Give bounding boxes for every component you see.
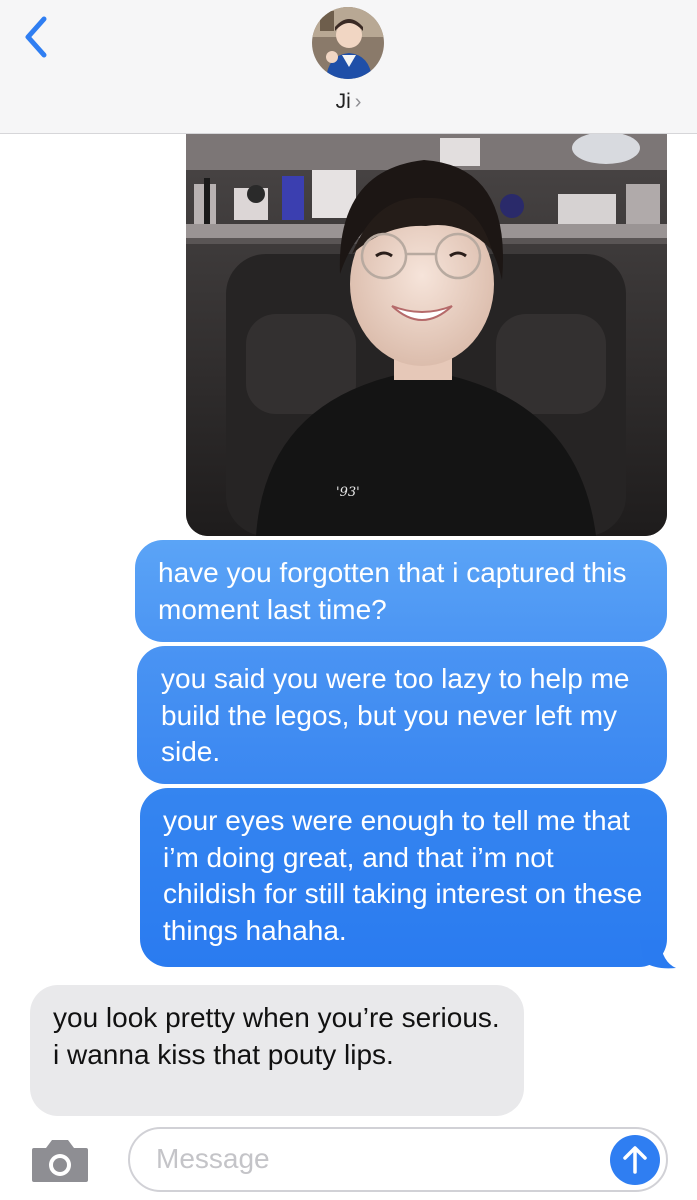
camera-button[interactable] — [30, 1138, 90, 1184]
contact-title[interactable]: Ji › — [0, 90, 697, 114]
arrow-up-icon — [623, 1146, 647, 1174]
message-placeholder: Message — [156, 1143, 270, 1174]
chevron-left-icon — [25, 16, 47, 58]
received-message[interactable]: you look pretty when you’re serious. i w… — [30, 985, 524, 1116]
send-button[interactable] — [610, 1135, 660, 1185]
contact-name: Ji — [335, 90, 351, 113]
sent-message[interactable]: you said you were too lazy to help me bu… — [137, 646, 667, 784]
contact-avatar[interactable] — [312, 7, 384, 79]
chevron-right-icon: › — [354, 91, 362, 113]
shared-photo[interactable]: '93' — [186, 134, 667, 536]
bubble-tail — [640, 940, 676, 969]
photo-image: '93' — [186, 134, 667, 536]
sent-message[interactable]: your eyes were enough to tell me that i’… — [140, 788, 667, 967]
message-input[interactable]: Message — [128, 1127, 668, 1192]
back-button[interactable] — [14, 10, 58, 64]
svg-text:'93': '93' — [336, 485, 360, 500]
avatar-image — [312, 7, 384, 79]
conversation-header: Ji › — [0, 0, 697, 134]
camera-icon — [32, 1140, 88, 1182]
sent-message[interactable]: have you forgotten that i captured this … — [135, 540, 667, 642]
messages-screen: Ji › '93' have you forgotten that i capt… — [0, 0, 697, 1200]
compose-bar: Message — [0, 1116, 697, 1200]
